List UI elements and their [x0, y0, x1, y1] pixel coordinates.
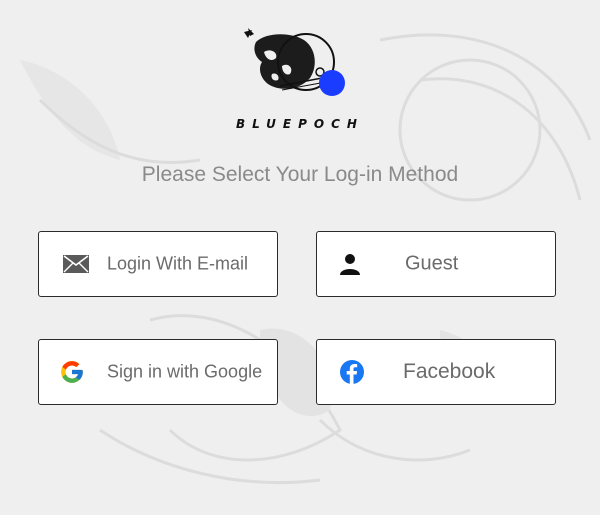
login-email-button[interactable]: Login With E-mail [38, 231, 278, 297]
google-icon [59, 359, 85, 385]
person-icon [339, 253, 361, 275]
brand-wordmark: BLUEPOCH [236, 117, 364, 131]
guest-button[interactable]: Guest [316, 231, 556, 297]
google-signin-label: Sign in with Google [107, 361, 263, 382]
mail-icon [63, 255, 89, 273]
facebook-login-button[interactable]: Facebook [316, 339, 556, 405]
facebook-icon [339, 359, 365, 385]
bluepoch-logo [244, 28, 345, 96]
guest-label: Guest [405, 252, 459, 275]
login-method-prompt: Please Select Your Log-in Method [141, 163, 459, 186]
login-email-label: Login With E-mail [107, 253, 249, 274]
facebook-label: Facebook [403, 360, 496, 383]
google-signin-button[interactable]: Sign in with Google [38, 339, 278, 405]
